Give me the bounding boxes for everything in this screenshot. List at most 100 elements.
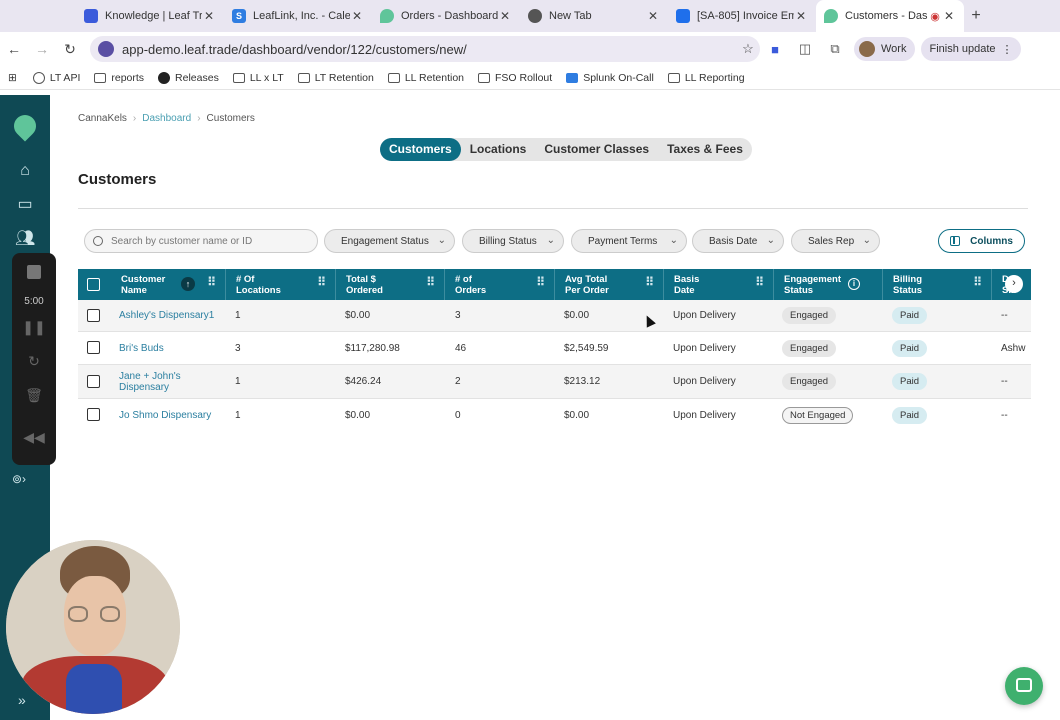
tab-customer-classes[interactable]: Customer Classes xyxy=(535,138,658,161)
bookmark-splunk[interactable]: Splunk On-Call xyxy=(566,72,654,84)
finish-update-button[interactable]: Finish update ⋮ xyxy=(921,37,1021,61)
drag-handle-icon[interactable]: ⠿ xyxy=(536,276,545,288)
scroll-right-chevron-icon[interactable]: › xyxy=(1005,275,1023,293)
drag-handle-icon[interactable]: ⠿ xyxy=(426,276,435,288)
bookmark-label: LT API xyxy=(49,71,81,84)
close-tab-icon[interactable]: ✕ xyxy=(794,9,808,23)
select-all-checkbox[interactable] xyxy=(87,278,100,291)
breadcrumb-dashboard[interactable]: Dashboard xyxy=(142,113,191,124)
close-tab-icon[interactable]: ✕ xyxy=(202,9,216,23)
chat-support-button[interactable] xyxy=(1005,667,1043,705)
row-checkbox[interactable] xyxy=(87,309,100,322)
bookmark-ll-reporting[interactable]: LL Reporting xyxy=(667,72,745,84)
browser-tab[interactable]: New Tab ✕ xyxy=(520,0,668,32)
close-tab-icon[interactable]: ✕ xyxy=(646,9,660,23)
breadcrumb-current: Customers xyxy=(206,113,255,124)
bookmark-label: Splunk On-Call xyxy=(583,71,654,84)
bookmark-fso-rollout[interactable]: FSO Rollout xyxy=(478,72,552,84)
column-header-avg-total[interactable]: Avg Total Per Order ⠿ xyxy=(555,269,664,300)
close-tab-icon[interactable]: ✕ xyxy=(498,9,512,23)
customer-name-link[interactable]: Jane + John's Dispensary xyxy=(109,365,225,398)
column-header-locations[interactable]: # Of Locations ⠿ xyxy=(226,269,336,300)
expand-sidebar-icon[interactable]: » xyxy=(18,692,26,708)
column-header-customer-name[interactable]: Customer Name ↑ ⠿ xyxy=(111,269,226,300)
column-header-engagement-status[interactable]: Engagement Status i xyxy=(774,269,883,300)
bookmark-label: FSO Rollout xyxy=(495,71,553,84)
home-icon[interactable]: ⌂ xyxy=(15,162,35,180)
back-icon[interactable]: ← xyxy=(0,41,28,57)
url-field[interactable]: app-demo.leaf.trade/dashboard/vendor/122… xyxy=(90,36,760,62)
table-row[interactable]: Bri's Buds 3 $117,280.98 46 $2,549.59 Up… xyxy=(78,332,1031,365)
bookmark-lt-api[interactable]: LT API xyxy=(32,71,81,84)
column-header-basis-date[interactable]: Basis Date ⠿ xyxy=(664,269,774,300)
customer-name-link[interactable]: Jo Shmo Dispensary xyxy=(109,399,211,431)
breadcrumb-root[interactable]: CannaKels xyxy=(78,113,127,124)
pause-icon[interactable]: ❚❚ xyxy=(12,319,56,336)
filter-payment-terms[interactable]: Payment Terms ⌄ xyxy=(571,229,687,253)
bookmark-releases[interactable]: Releases xyxy=(158,71,219,84)
customer-name-link[interactable]: Bri's Buds xyxy=(109,332,164,364)
site-info-icon[interactable] xyxy=(98,41,114,57)
close-tab-icon[interactable]: ✕ xyxy=(350,9,364,23)
columns-button[interactable]: Columns xyxy=(938,229,1025,253)
search-field[interactable] xyxy=(84,229,318,253)
restart-icon[interactable]: ↻ xyxy=(12,353,56,370)
filter-billing-status[interactable]: Billing Status ⌄ xyxy=(462,229,564,253)
drag-handle-icon[interactable]: ⠿ xyxy=(317,276,326,288)
browser-tab[interactable]: Knowledge | Leaf Tra ✕ xyxy=(76,0,224,32)
trash-icon[interactable]: 🗑︎ xyxy=(12,387,56,404)
browser-tab[interactable]: [SA-805] Invoice Em ✕ xyxy=(668,0,816,32)
bookmark-ll-retention[interactable]: LL Retention xyxy=(387,72,464,84)
card-icon[interactable]: ▭ xyxy=(15,196,35,214)
bookmark-ll-x-lt[interactable]: LL x LT xyxy=(232,72,284,84)
column-header-billing-status[interactable]: Billing Status ⠿ xyxy=(883,269,992,300)
users-icon[interactable]: 👥︎ xyxy=(15,230,35,248)
row-checkbox[interactable] xyxy=(87,341,100,354)
filter-basis-date[interactable]: Basis Date ⌄ xyxy=(692,229,784,253)
url-text: app-demo.leaf.trade/dashboard/vendor/122… xyxy=(122,41,467,57)
bookmark-reports[interactable]: reports xyxy=(94,72,144,84)
customer-name-link[interactable]: Ashley's Dispensary1 xyxy=(109,300,214,331)
browser-tab[interactable]: Orders - Dashboard ✕ xyxy=(372,0,520,32)
apps-grid-icon[interactable]: ⊞ xyxy=(8,72,17,84)
webcam-overlay[interactable] xyxy=(6,540,180,714)
drag-handle-icon[interactable]: ⠿ xyxy=(645,276,654,288)
extension-icon[interactable]: ■ xyxy=(760,42,790,57)
row-checkbox[interactable] xyxy=(87,408,100,421)
extensions-puzzle-icon[interactable]: ◫ xyxy=(790,41,820,57)
browser-tab[interactable]: S LeafLink, Inc. - Cale ✕ xyxy=(224,0,372,32)
tab-search-icon[interactable]: ⧉ xyxy=(820,41,850,57)
filter-sales-rep[interactable]: Sales Rep ⌄ xyxy=(791,229,880,253)
row-checkbox[interactable] xyxy=(87,375,100,388)
table-row[interactable]: Jane + John's Dispensary 1 $426.24 2 $21… xyxy=(78,365,1031,399)
close-tab-icon[interactable]: ✕ xyxy=(942,9,956,23)
stop-recording-icon[interactable] xyxy=(27,265,41,279)
reload-icon[interactable]: ↻ xyxy=(56,41,84,58)
cell-locations: 1 xyxy=(235,310,241,321)
table-row[interactable]: Ashley's Dispensary1 1 $0.00 3 $0.00 Upo… xyxy=(78,300,1031,332)
column-header-orders[interactable]: # of Orders ⠿ xyxy=(445,269,555,300)
table-row[interactable]: Jo Shmo Dispensary 1 $0.00 0 $0.00 Upon … xyxy=(78,399,1031,431)
rewind-icon[interactable]: ◀◀ xyxy=(12,429,56,446)
drag-handle-icon[interactable]: ⠿ xyxy=(973,276,982,288)
drag-handle-icon[interactable]: ⠿ xyxy=(755,276,764,288)
tab-customers[interactable]: Customers xyxy=(380,138,461,161)
column-header-total-ordered[interactable]: Total $ Ordered ⠿ xyxy=(336,269,445,300)
info-icon[interactable]: i xyxy=(848,278,860,290)
forward-icon[interactable]: → xyxy=(28,41,56,57)
new-tab-icon[interactable]: + xyxy=(964,7,988,25)
tab-locations[interactable]: Locations xyxy=(461,138,536,161)
profile-button[interactable]: Work xyxy=(854,37,916,61)
browser-tab-active[interactable]: Customers - Das ◉ ✕ xyxy=(816,0,964,32)
account-switch-icon[interactable]: ⊚› xyxy=(12,472,26,486)
search-input[interactable] xyxy=(111,235,311,247)
drag-handle-icon[interactable]: ⠿ xyxy=(207,276,216,288)
bookmark-star-icon[interactable]: ☆ xyxy=(736,41,760,57)
tab-taxes-fees[interactable]: Taxes & Fees xyxy=(658,138,752,161)
breadcrumb-separator-icon: › xyxy=(132,113,137,124)
bookmark-lt-retention[interactable]: LT Retention xyxy=(297,72,374,84)
filter-engagement-status[interactable]: Engagement Status ⌄ xyxy=(324,229,455,253)
profile-label: Work xyxy=(881,43,907,55)
sort-ascending-icon[interactable]: ↑ xyxy=(181,277,195,291)
leaf-logo-icon[interactable] xyxy=(9,110,41,142)
